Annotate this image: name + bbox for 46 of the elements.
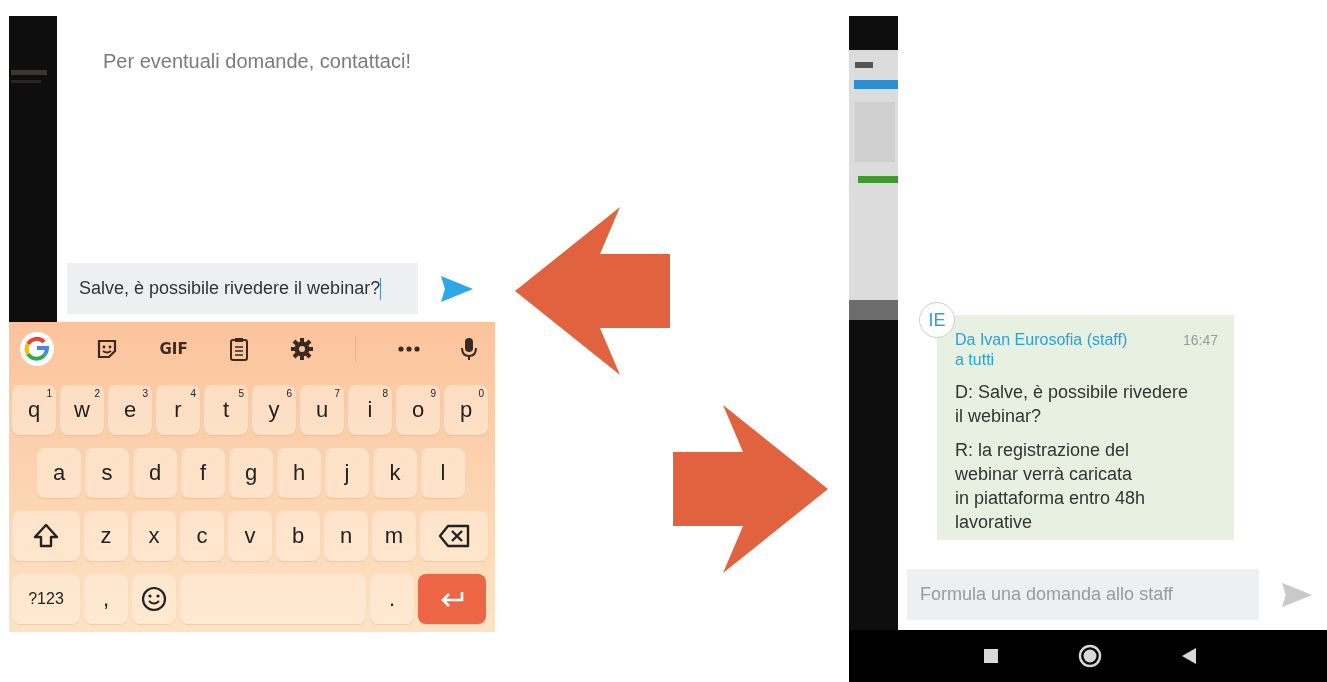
google-icon[interactable] [19,330,55,367]
keyboard-key[interactable]: x [132,511,176,561]
keyboard-key[interactable]: f [181,448,225,498]
backspace-key[interactable] [420,511,488,561]
avatar: IE [919,302,955,338]
answer-text: R: la registrazione del webinar verrà caricata in piattaforma entro 48h lavorative [955,439,1147,534]
back-icon[interactable] [1182,648,1196,664]
keyboard-key[interactable]: z [84,511,128,561]
contact-message: Per eventuali domande, contattaci! [103,50,411,73]
settings-icon[interactable] [290,336,315,361]
question-input[interactable]: Formula una domanda allo staff [907,569,1259,620]
keyboard-key[interactable]: v [228,511,272,561]
keyboard-key[interactable]: , [84,574,128,624]
symbols-key[interactable]: ?123 [12,574,80,624]
keyboard-key[interactable]: d [133,448,177,498]
gif-button[interactable]: GIF [159,339,188,358]
keyboard-key[interactable]: j [325,448,369,498]
microphone-icon[interactable] [461,336,477,361]
keyboard-key[interactable]: s [85,448,129,498]
smiley-icon [141,586,167,612]
message-input[interactable]: Salve, è possibile rivedere il webinar? [67,263,418,314]
question-text: D: Salve, è possibile rivedere il webinar? [955,381,1190,428]
sticker-icon[interactable] [96,337,119,360]
enter-key[interactable] [418,574,486,624]
clipboard-icon[interactable] [228,336,249,361]
keyboard-key[interactable]: n [324,511,368,561]
recipient-label: a tutti [955,350,995,370]
send-icon[interactable] [440,274,474,303]
home-icon[interactable] [1078,644,1102,668]
keyboard-key[interactable]: c [180,511,224,561]
keyboard-key[interactable]: k [373,448,417,498]
keyboard-key[interactable]: h [277,448,321,498]
shift-icon [32,522,60,550]
more-icon[interactable] [397,345,420,352]
enter-icon [439,590,465,608]
keyboard-key[interactable]: g [229,448,273,498]
emoji-key[interactable] [132,574,176,624]
keyboard-key[interactable]: a [37,448,81,498]
backspace-icon [438,524,470,548]
shift-key[interactable] [12,511,80,561]
keyboard-key[interactable]: b [276,511,320,561]
keyboard-key[interactable]: m [372,511,416,561]
keyboard-key[interactable]: l [421,448,465,498]
sender-name: Da Ivan Eurosofia (staff) [955,330,1128,350]
keyboard-key[interactable]: . [370,574,414,624]
message-time: 16:47 [1182,332,1218,350]
